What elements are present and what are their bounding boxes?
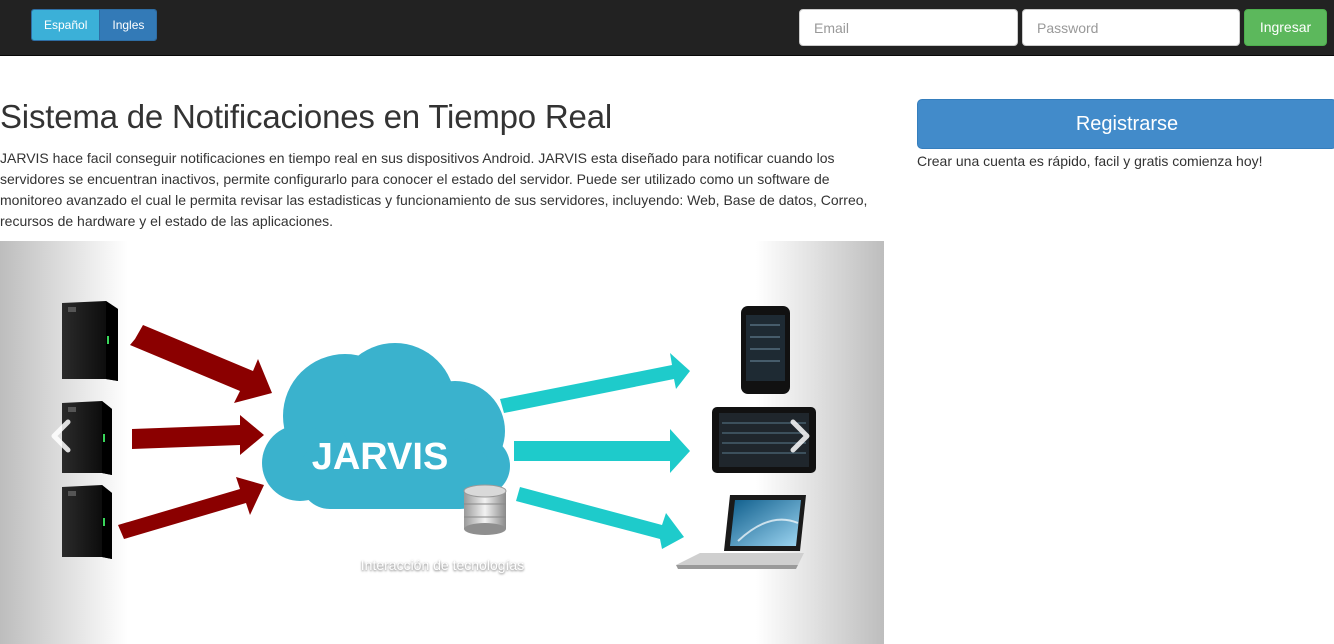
page-description: JARVIS hace facil conseguir notificacion… [0,150,868,229]
carousel-slide-illustration: JARVIS [0,241,884,644]
email-input[interactable] [799,9,1018,46]
top-navbar: Español Ingles Ingresar [0,0,1334,56]
carousel-next-control[interactable] [787,418,817,454]
register-button[interactable]: Registrarse [917,99,1334,149]
chevron-right-icon [790,419,810,453]
language-button-ingles[interactable]: Ingles [99,10,157,40]
server-icon [62,301,118,381]
page-title: Sistema de Notificaciones en Tiempo Real [0,98,612,135]
carousel-caption: Interacción de tecnologías [360,557,525,573]
chevron-left-icon [51,419,71,453]
language-button-espanol[interactable]: Español [32,10,100,40]
smartphone-icon [741,306,790,394]
database-icon [463,484,507,535]
language-switcher: Español Ingles [31,9,158,41]
register-note: Crear una cuenta es rápido, facil y grat… [917,153,1263,169]
image-carousel: JARVIS [0,241,884,644]
password-input[interactable] [1022,9,1240,46]
carousel-prev-control[interactable] [48,418,78,454]
server-icon [62,485,112,559]
cloud-label: JARVIS [312,436,449,478]
login-button[interactable]: Ingresar [1244,9,1327,46]
